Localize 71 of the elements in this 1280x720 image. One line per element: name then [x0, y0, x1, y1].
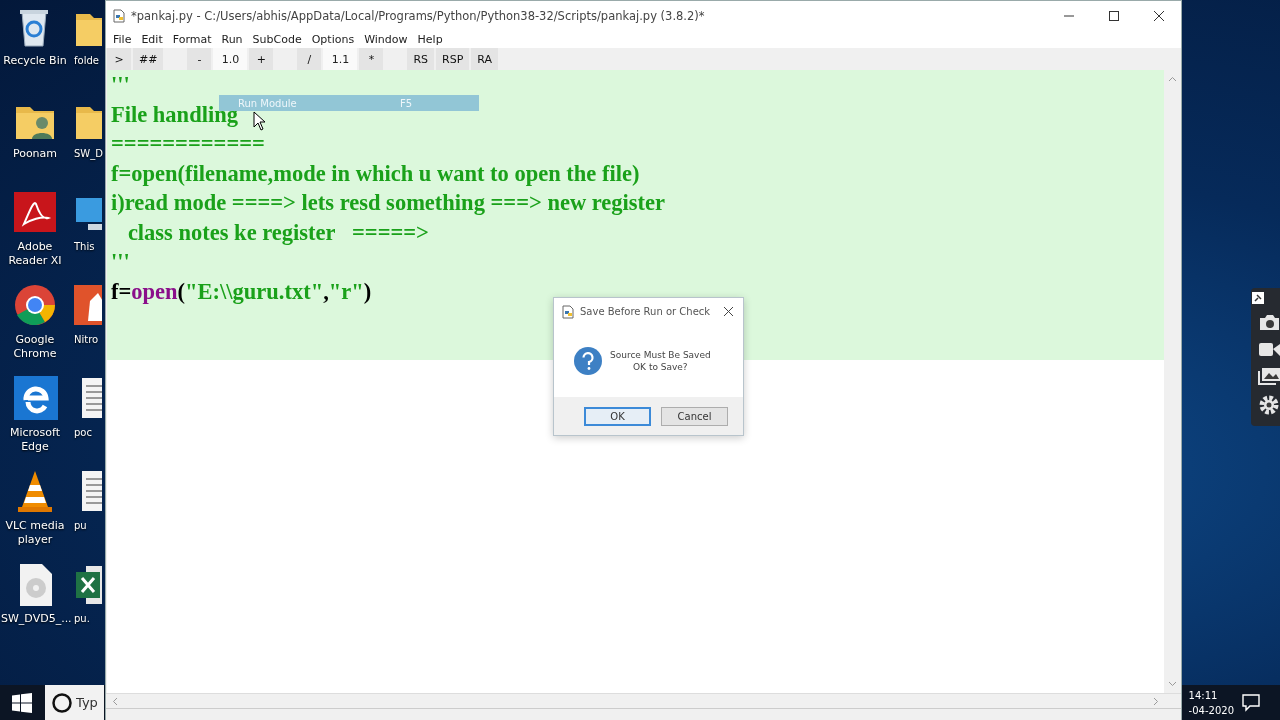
code-text: "E:\\guru.txt" — [185, 278, 324, 304]
gallery-icon[interactable] — [1258, 367, 1280, 385]
desktop-icon-label[interactable]: Recycle Bin — [1, 54, 69, 68]
code-text: ============ — [111, 131, 265, 156]
code-text: ''' — [111, 249, 130, 274]
code-text: class notes ke register =====> — [126, 219, 429, 245]
code-text: ( — [177, 278, 186, 304]
clock-date: -04-2020 — [1188, 703, 1234, 718]
video-camera-icon[interactable] — [1258, 340, 1280, 358]
question-icon — [573, 346, 603, 376]
pin-icon[interactable] — [1252, 292, 1264, 304]
close-icon[interactable] — [723, 306, 734, 317]
desktop-icon-label[interactable]: folde — [72, 54, 99, 68]
menu-item[interactable]: Window — [359, 32, 413, 46]
search-field[interactable]: Typ — [45, 685, 104, 720]
toolbar-button[interactable]: RA — [471, 48, 499, 70]
window-title: *pankaj.py - C:/Users/abhis/AppData/Local/Programs/Python/Python38-32/Scripts/pankaj.py (3.8.2)* — [131, 8, 705, 23]
close-icon[interactable] — [1153, 9, 1165, 22]
menu-item[interactable]: Run — [216, 32, 248, 46]
settings-icon[interactable] — [1258, 394, 1280, 416]
dialog-message: Source Must Be Saved — [610, 349, 711, 361]
code-text: ''' — [111, 72, 130, 97]
code-text: "r" — [328, 278, 364, 304]
toolbar-button[interactable]: / — [297, 48, 322, 70]
code-text: f= — [111, 278, 132, 304]
toolbar-button[interactable]: ## — [133, 48, 164, 70]
desktop-icon-label[interactable]: VLC media player — [1, 519, 69, 547]
notification-icon[interactable] — [1242, 693, 1260, 712]
toolbar-button[interactable]: RS — [407, 48, 435, 70]
cortana-icon — [51, 692, 73, 714]
dialog-title: Save Before Run or Check — [580, 306, 711, 317]
code-text: ) — [363, 278, 372, 304]
clock-time: 14:11 — [1188, 688, 1219, 703]
toolbar-button[interactable]: > — [107, 48, 131, 70]
toolbar-button[interactable]: RSP — [436, 48, 470, 70]
menu-item[interactable]: Options — [306, 32, 360, 46]
desktop-icon-label[interactable]: poc — [72, 426, 92, 440]
mouse-cursor-icon — [253, 111, 266, 131]
toolbar-button[interactable]: - — [187, 48, 212, 70]
code-text: , — [323, 278, 329, 304]
desktop-icon-label[interactable]: This — [72, 240, 95, 254]
browser-icon[interactable] — [12, 376, 58, 422]
desktop-icon-label[interactable]: Adobe Reader XI — [1, 240, 69, 268]
desktop-icon-label[interactable]: Nitro — [72, 333, 99, 347]
desktop-icon-label[interactable]: Google Chrome — [1, 333, 69, 361]
code-text: i)read mode ====> lets resd something ===> new register — [111, 190, 666, 215]
dialog-button[interactable]: OK — [584, 406, 651, 426]
python-file-icon — [112, 8, 126, 23]
desktop-icon-label[interactable]: Microsoft Edge — [1, 426, 69, 454]
code-text: f=open(filename,mode in which u want to open the file) — [111, 160, 640, 186]
toolbar-button[interactable]: + — [249, 48, 274, 70]
desktop-icon-label[interactable]: SW_D — [72, 147, 103, 161]
menu-item[interactable]: SubCode — [247, 32, 307, 46]
dialog-message: OK to Save? — [633, 361, 688, 373]
windows-start-icon[interactable] — [12, 692, 32, 713]
menu-item[interactable]: Edit — [136, 32, 168, 46]
menu-item[interactable]: File — [108, 32, 137, 46]
zoom-field[interactable]: 1.1 — [323, 48, 358, 70]
maximize-icon[interactable] — [1108, 9, 1120, 22]
camera-icon[interactable] — [1258, 313, 1280, 331]
menu-item[interactable]: Format — [167, 32, 217, 46]
desktop-icon-label[interactable]: pu. — [72, 612, 90, 626]
menu-item[interactable]: Help — [412, 32, 448, 46]
zoom-field[interactable]: 1.0 — [213, 48, 248, 70]
desktop-icon-label[interactable]: SW_DVD5_... — [1, 612, 69, 626]
python-file-icon — [561, 304, 575, 319]
desktop-icon-label[interactable]: Poonam — [1, 147, 69, 161]
toolbar-button[interactable]: * — [359, 48, 384, 70]
code-text: open — [131, 278, 178, 304]
dialog-button[interactable]: Cancel — [661, 406, 728, 426]
desktop-icon-label[interactable]: pu — [72, 519, 87, 533]
